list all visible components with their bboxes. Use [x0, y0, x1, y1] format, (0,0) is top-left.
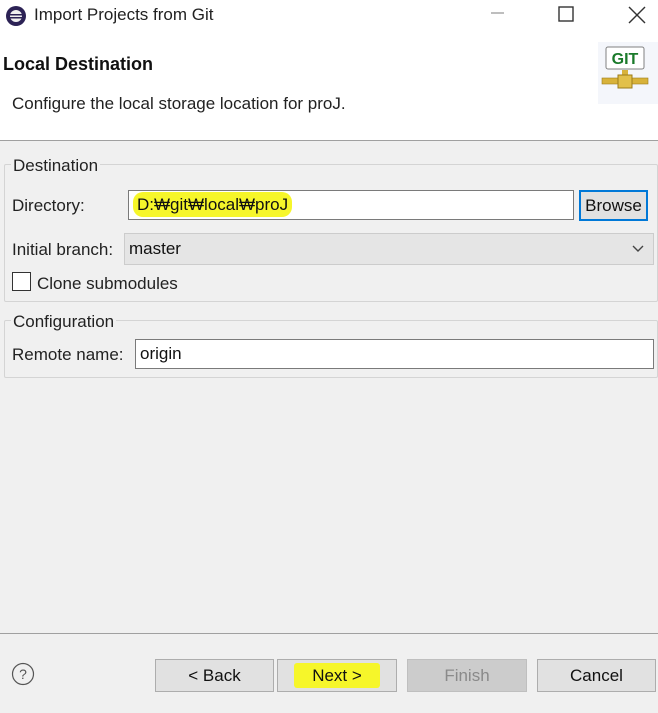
wizard-header: Local Destination Configure the local st…	[0, 32, 658, 140]
close-icon[interactable]	[614, 2, 658, 30]
remote-name-input[interactable]: origin	[135, 339, 654, 369]
title-bar: Import Projects from Git	[0, 0, 658, 32]
footer-separator	[0, 633, 658, 634]
directory-input[interactable]: D:₩git₩local₩proJ	[128, 190, 574, 220]
window-title: Import Projects from Git	[34, 5, 214, 24]
remote-name-label: Remote name:	[12, 345, 124, 364]
configuration-group-title: Configuration	[11, 312, 117, 332]
cancel-button[interactable]: Cancel	[537, 659, 656, 692]
page-description: Configure the local storage location for…	[12, 94, 346, 113]
next-button[interactable]: Next >	[277, 659, 397, 692]
chevron-down-icon	[632, 245, 644, 252]
directory-label: Directory:	[12, 196, 85, 215]
minimize-icon[interactable]	[475, 2, 519, 30]
clone-submodules-label[interactable]: Clone submodules	[37, 274, 178, 294]
git-logo-icon: GIT	[598, 42, 658, 104]
directory-value: D:₩git₩local₩proJ	[133, 192, 293, 217]
help-icon[interactable]: ?	[11, 662, 35, 686]
browse-button[interactable]: Browse	[579, 190, 648, 221]
clone-submodules-checkbox[interactable]	[12, 272, 31, 291]
initial-branch-value: master	[129, 239, 181, 258]
page-title: Local Destination	[3, 54, 154, 74]
initial-branch-label: Initial branch:	[12, 240, 114, 259]
maximize-icon[interactable]	[544, 2, 588, 30]
back-button[interactable]: < Back	[155, 659, 274, 692]
svg-text:?: ?	[19, 666, 27, 682]
next-button-label: Next >	[294, 663, 380, 688]
initial-branch-select[interactable]: master	[124, 233, 654, 265]
header-separator	[0, 140, 658, 141]
git-logo-text: GIT	[612, 51, 639, 68]
destination-group-title: Destination	[11, 156, 101, 176]
eclipse-icon	[6, 6, 26, 26]
finish-button[interactable]: Finish	[407, 659, 527, 692]
